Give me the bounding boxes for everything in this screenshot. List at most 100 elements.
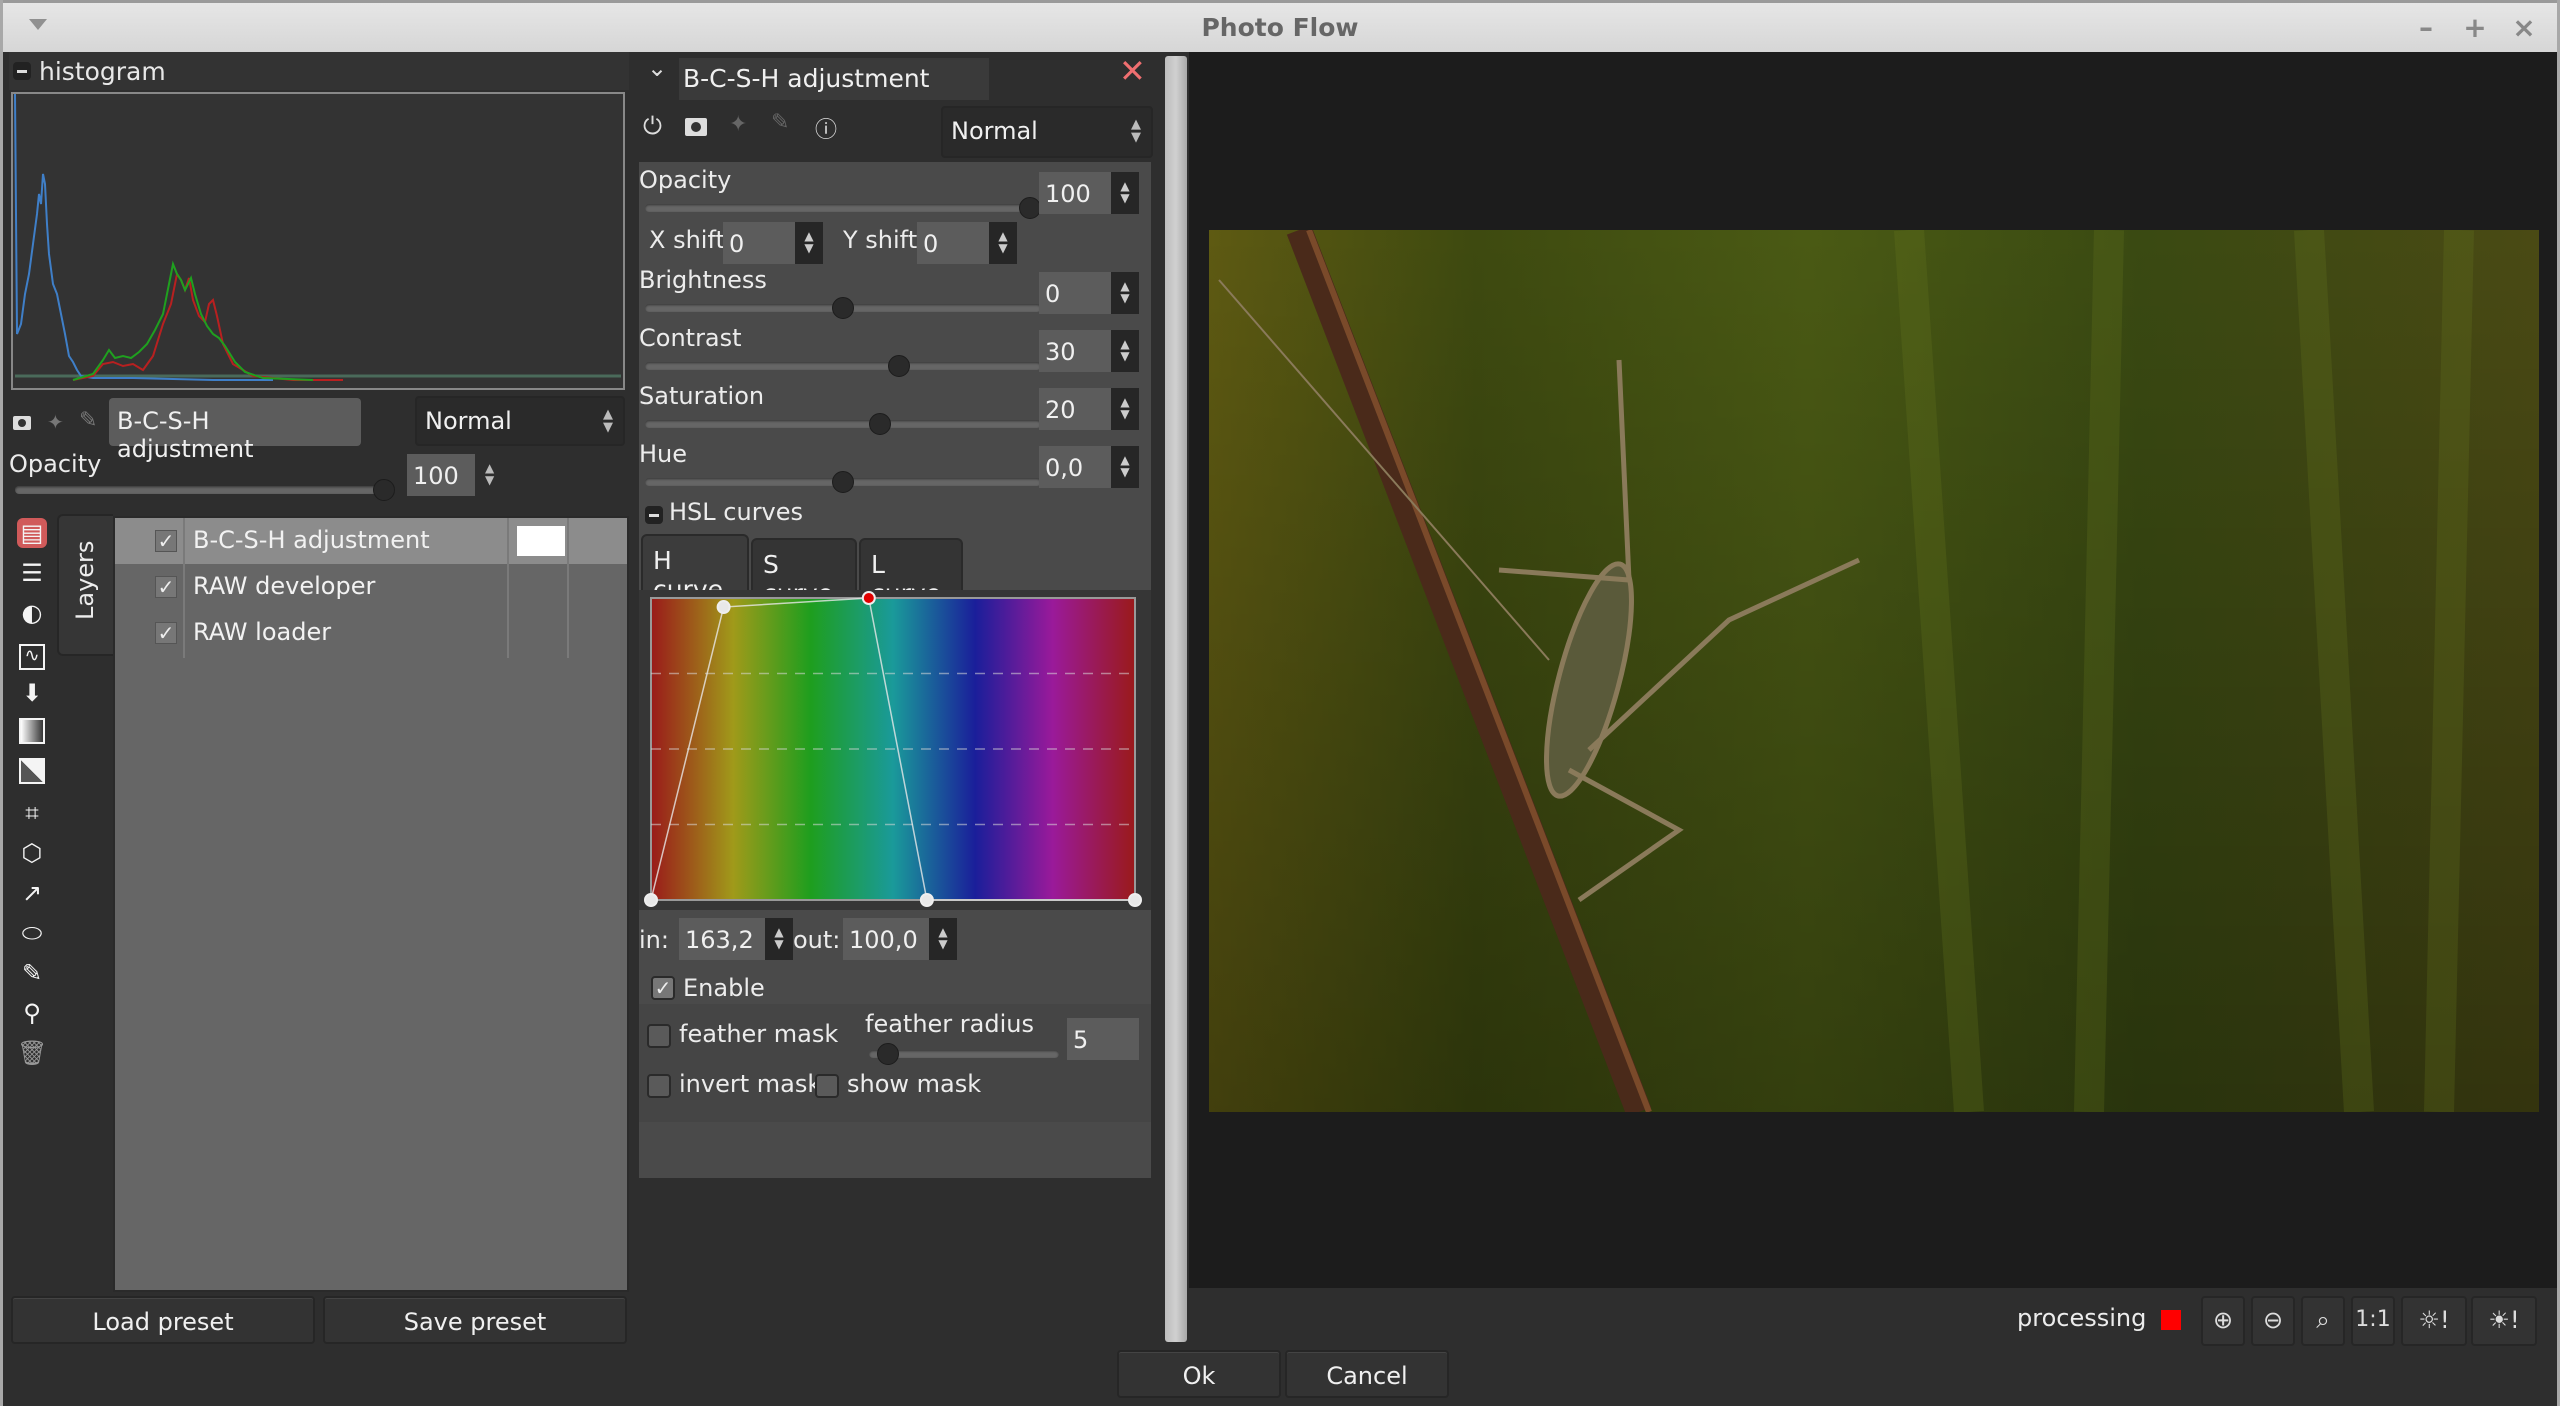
power-icon[interactable]: ⏻ xyxy=(643,112,662,140)
crop-icon[interactable]: ⌗ xyxy=(17,798,47,828)
shadows-warning-button[interactable]: ☼! xyxy=(2401,1296,2467,1346)
cancel-button[interactable]: Cancel xyxy=(1285,1350,1449,1398)
spin-arrows-icon[interactable]: ▲ ▼ xyxy=(795,222,823,264)
slider-knob[interactable] xyxy=(869,413,892,435)
spin-arrows-icon[interactable]: ▲ ▼ xyxy=(1111,330,1139,372)
tab-s-curve[interactable]: S curve xyxy=(751,538,857,608)
info-icon[interactable]: ⓘ xyxy=(815,112,837,144)
paint-bucket-icon[interactable]: ⬇ xyxy=(17,678,47,708)
scale-icon[interactable]: ↗ xyxy=(17,878,47,908)
slider-knob[interactable] xyxy=(1019,197,1041,219)
tab-l-curve[interactable]: L curve xyxy=(859,538,963,608)
draw-icon[interactable]: ✎ xyxy=(17,958,47,988)
brightness-slider[interactable] xyxy=(645,297,1041,319)
trash-icon[interactable]: 🗑 xyxy=(17,1038,47,1068)
collapse-icon[interactable] xyxy=(13,62,31,80)
xshift-spin[interactable]: 0 xyxy=(723,222,795,264)
show-mask-checkbox[interactable] xyxy=(815,1074,839,1098)
curve-control-point[interactable] xyxy=(716,600,731,615)
zoom-in-button[interactable]: ⊕ xyxy=(2201,1296,2245,1346)
zoom-1-1-button[interactable]: 1:1 xyxy=(2351,1296,2395,1346)
close-window-button[interactable]: × xyxy=(2509,11,2539,44)
edit-icon[interactable]: ✎ xyxy=(771,110,789,135)
opacity-slider[interactable] xyxy=(645,197,1041,219)
invert-mask-checkbox[interactable] xyxy=(647,1074,671,1098)
layer-color-swatch[interactable] xyxy=(517,526,565,556)
layer-mask-icon[interactable] xyxy=(13,416,31,430)
layer-visible-checkbox[interactable]: ✓ xyxy=(155,576,177,598)
remove-module-icon[interactable]: ✕ xyxy=(1119,52,1146,90)
pin-icon[interactable]: ✦ xyxy=(47,410,64,434)
group-icon[interactable]: ☰ xyxy=(17,558,47,588)
layers-icon[interactable]: ▤ xyxy=(17,518,47,548)
brightness-spin[interactable]: 0 xyxy=(1039,272,1111,314)
saturation-slider[interactable] xyxy=(645,413,1041,435)
spin-arrows-icon[interactable]: ▲ ▼ xyxy=(1111,172,1139,214)
tone-icon[interactable] xyxy=(17,758,47,788)
slider-knob[interactable] xyxy=(888,355,911,377)
module-blend-mode-select[interactable]: Normal ▲ ▼ xyxy=(941,106,1153,158)
zoom-fit-button[interactable]: ⌕ xyxy=(2301,1296,2345,1346)
pin-icon[interactable]: ✦ xyxy=(729,112,747,137)
maximize-button[interactable]: + xyxy=(2460,11,2490,44)
out-spin[interactable]: 100,0 xyxy=(843,918,929,960)
collapse-module-icon[interactable]: ⌄ xyxy=(647,54,667,82)
layer-row[interactable]: ✓ RAW developer xyxy=(115,564,627,610)
spin-arrows-icon[interactable]: ▲ ▼ xyxy=(765,918,793,960)
save-preset-button[interactable]: Save preset xyxy=(323,1296,627,1344)
feather-mask-checkbox[interactable] xyxy=(647,1024,671,1048)
feather-radius-spin[interactable]: 5 xyxy=(1067,1018,1139,1060)
slider-knob[interactable] xyxy=(832,297,854,319)
curve-control-point[interactable] xyxy=(1128,893,1142,907)
contrast-icon[interactable]: ◐ xyxy=(17,598,47,628)
curve-editor[interactable] xyxy=(639,590,1151,910)
slider-knob[interactable] xyxy=(373,479,395,501)
feather-radius-slider[interactable] xyxy=(869,1043,1059,1065)
enable-checkbox[interactable]: ✓ xyxy=(651,976,675,1000)
module-title-field[interactable]: B-C-S-H adjustment xyxy=(679,58,989,100)
yshift-spin[interactable]: 0 xyxy=(917,222,989,264)
spin-arrows-icon[interactable]: ▲ ▼ xyxy=(1111,388,1139,430)
hue-slider[interactable] xyxy=(645,471,1041,493)
slider-knob[interactable] xyxy=(832,471,854,493)
minimize-button[interactable]: – xyxy=(2411,11,2441,44)
perspective-icon[interactable]: ⬡ xyxy=(17,838,47,868)
layer-visible-checkbox[interactable]: ✓ xyxy=(155,622,177,644)
opacity-spin[interactable]: 100 xyxy=(1039,172,1111,214)
clone-stamp-icon[interactable]: ⚲ xyxy=(17,998,47,1028)
curve-control-point[interactable] xyxy=(644,893,658,907)
histogram-header[interactable]: histogram xyxy=(9,52,629,90)
spin-arrows-icon[interactable]: ▲ ▼ xyxy=(485,462,494,486)
scrollbar-thumb[interactable] xyxy=(1165,56,1187,1342)
curves-icon[interactable]: ∿ xyxy=(17,638,47,670)
hsl-collapse-icon[interactable] xyxy=(645,506,663,524)
layer-row[interactable]: ✓ RAW loader xyxy=(115,610,627,656)
layer-blend-mode-select[interactable]: Normal ▲ ▼ xyxy=(415,396,625,446)
layer-name-field[interactable]: B-C-S-H adjustment xyxy=(109,398,361,463)
layers-tab[interactable]: Layers xyxy=(57,514,113,656)
module-panel-scrollbar[interactable] xyxy=(1163,52,1189,1348)
layer-row[interactable]: ✓ B-C-S-H adjustment xyxy=(115,518,627,564)
layer-opacity-slider[interactable] xyxy=(15,479,395,501)
edit-icon[interactable]: ✎ xyxy=(79,408,97,433)
saturation-spin[interactable]: 20 xyxy=(1039,388,1111,430)
spin-arrows-icon[interactable]: ▲ ▼ xyxy=(1111,446,1139,488)
contrast-slider[interactable] xyxy=(645,355,1041,377)
slider-knob[interactable] xyxy=(877,1043,900,1065)
curve-control-point[interactable] xyxy=(919,893,934,907)
highlights-warning-button[interactable]: ☀! xyxy=(2471,1296,2537,1346)
layer-opacity-spin[interactable]: 100 xyxy=(407,454,475,496)
ellipse-mask-icon[interactable]: ⬭ xyxy=(17,918,47,948)
curve-control-point[interactable] xyxy=(861,591,876,605)
zoom-out-button[interactable]: ⊖ xyxy=(2251,1296,2295,1346)
preview-image[interactable] xyxy=(1209,230,2539,1112)
layer-visible-checkbox[interactable]: ✓ xyxy=(155,530,177,552)
hue-spin[interactable]: 0,0 xyxy=(1039,446,1111,488)
in-spin[interactable]: 163,2 xyxy=(679,918,765,960)
spin-arrows-icon[interactable]: ▲ ▼ xyxy=(1111,272,1139,314)
contrast-spin[interactable]: 30 xyxy=(1039,330,1111,372)
gradient-icon[interactable] xyxy=(17,718,47,748)
load-preset-button[interactable]: Load preset xyxy=(11,1296,315,1344)
spin-arrows-icon[interactable]: ▲ ▼ xyxy=(989,222,1017,264)
tab-h-curve[interactable]: H curve xyxy=(641,534,749,604)
